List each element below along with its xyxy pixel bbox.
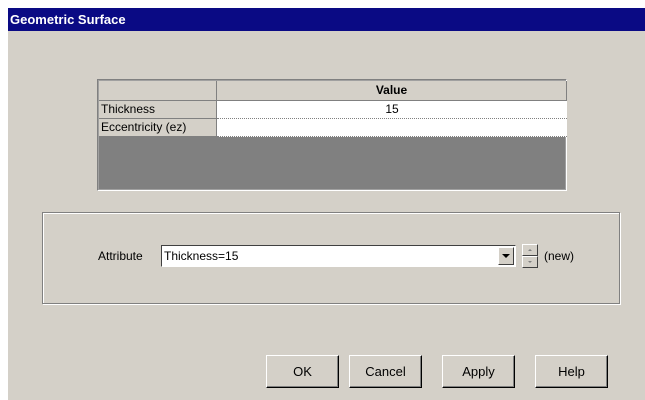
grid-background: Value Thickness 15 Eccentricity (ez) — [99, 81, 567, 189]
grid-row-thickness: Thickness 15 — [99, 101, 567, 119]
spin-up-icon[interactable] — [522, 244, 538, 256]
spin-down-icon[interactable] — [522, 256, 538, 268]
apply-button[interactable]: Apply — [442, 355, 515, 388]
window-title: Geometric Surface — [8, 8, 645, 31]
grid-corner-cell — [99, 81, 217, 101]
attribute-spinner[interactable] — [522, 244, 538, 268]
properties-grid: Value Thickness 15 Eccentricity (ez) — [97, 79, 567, 191]
grid-header-row: Value — [99, 81, 567, 101]
cancel-button[interactable]: Cancel — [349, 355, 422, 388]
attribute-combo[interactable]: Thickness=15 — [161, 245, 516, 267]
row-header-eccentricity: Eccentricity (ez) — [99, 119, 217, 137]
geometric-surface-dialog: Geometric Surface Value Thickness 15 Ecc… — [8, 8, 645, 400]
thickness-value-cell[interactable]: 15 — [217, 101, 567, 119]
ok-button[interactable]: OK — [266, 355, 339, 388]
grid-row-eccentricity: Eccentricity (ez) — [99, 119, 567, 137]
attribute-status-label: (new) — [544, 249, 575, 263]
dropdown-arrow-icon[interactable] — [498, 247, 514, 265]
help-button[interactable]: Help — [535, 355, 608, 388]
attribute-label: Attribute — [98, 249, 143, 263]
row-header-thickness: Thickness — [99, 101, 217, 119]
value-column-header: Value — [217, 81, 567, 101]
eccentricity-value-cell[interactable] — [217, 119, 567, 137]
attribute-combo-value: Thickness=15 — [164, 249, 239, 263]
